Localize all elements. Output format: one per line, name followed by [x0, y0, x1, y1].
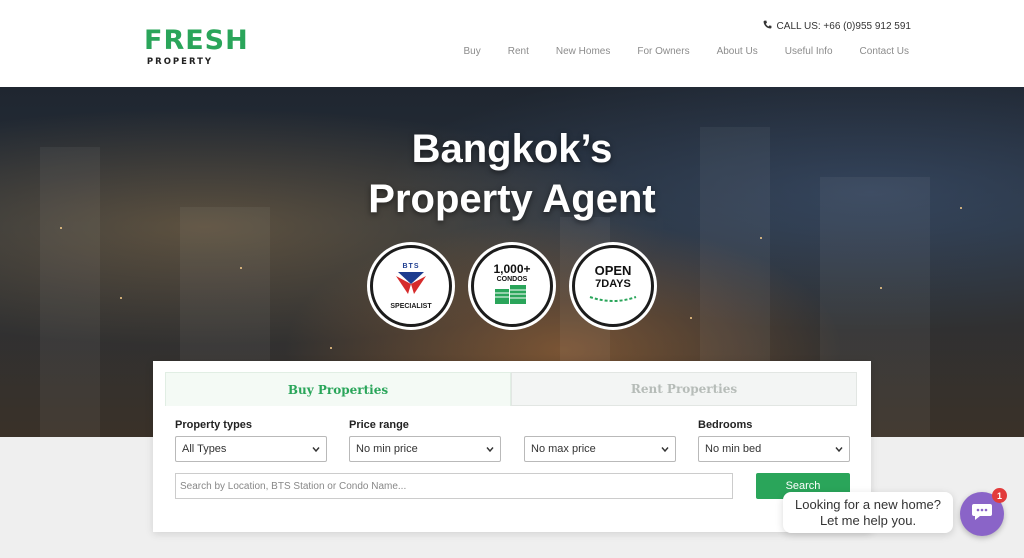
- chevron-down-icon: [835, 447, 843, 453]
- condos-label: CONDOS: [496, 275, 528, 283]
- nav-buy[interactable]: Buy: [464, 46, 481, 57]
- bedrooms-value: No min bed: [705, 443, 762, 455]
- bts-specialist-badge: BTS SPECIALIST: [370, 245, 452, 327]
- nav-contact-us[interactable]: Contact Us: [860, 46, 909, 57]
- chevron-down-icon: [661, 447, 669, 453]
- logo-subtitle: PROPERTY: [146, 57, 214, 67]
- max-price-value: No max price: [531, 443, 596, 455]
- property-search-card: Buy Properties Rent Properties Property …: [153, 361, 871, 532]
- max-price-select[interactable]: No max price: [524, 436, 676, 462]
- chevron-down-icon: [312, 447, 320, 453]
- min-price-value: No min price: [356, 443, 418, 455]
- logo-wordmark: FRESH: [144, 25, 249, 56]
- city-light: [60, 227, 62, 229]
- price-range-label: Price range: [349, 419, 409, 431]
- bedrooms-label: Bedrooms: [698, 419, 753, 431]
- chevron-down-icon: [486, 447, 494, 453]
- chat-prompt-line-2: Let me help you.: [819, 513, 917, 528]
- location-search-input[interactable]: Search by Location, BTS Station or Condo…: [175, 473, 733, 499]
- bts-label: BTS: [402, 262, 420, 270]
- fresh-property-logo[interactable]: FRESH PROPERTY: [144, 25, 249, 68]
- property-types-value: All Types: [182, 443, 227, 455]
- city-light: [330, 347, 332, 349]
- phone-icon: [763, 20, 772, 32]
- bts-specialist-label: SPECIALIST: [390, 302, 432, 310]
- chat-prompt-line-1: Looking for a new home?: [795, 497, 941, 512]
- chat-prompt-bubble[interactable]: Looking for a new home? Let me help you.: [783, 492, 953, 533]
- nav-about-us[interactable]: About Us: [717, 46, 758, 57]
- city-light: [120, 297, 122, 299]
- chat-icon: [971, 502, 993, 527]
- nav-new-homes[interactable]: New Homes: [556, 46, 610, 57]
- city-light: [880, 287, 882, 289]
- tab-rent-properties[interactable]: Rent Properties: [511, 372, 857, 406]
- bedrooms-select[interactable]: No min bed: [698, 436, 850, 462]
- nav-rent[interactable]: Rent: [508, 46, 529, 57]
- condos-count: 1,000+: [493, 261, 531, 276]
- open-label: OPEN: [594, 263, 632, 278]
- city-light: [760, 237, 762, 239]
- property-types-select[interactable]: All Types: [175, 436, 327, 462]
- call-us-text: CALL US: +66 (0)955 912 591: [776, 20, 911, 32]
- property-types-label: Property types: [175, 419, 253, 431]
- open-7-days-badge: OPEN 7DAYS: [572, 245, 654, 327]
- min-price-select[interactable]: No min price: [349, 436, 501, 462]
- nav-for-owners[interactable]: For Owners: [637, 46, 689, 57]
- hero-title-line-2: Property Agent: [368, 177, 656, 221]
- nav-useful-info[interactable]: Useful Info: [785, 46, 833, 57]
- hero-title-line-1: Bangkok’s: [411, 127, 613, 171]
- bts-logo-icon: [394, 270, 428, 301]
- main-nav: Buy Rent New Homes For Owners About Us U…: [464, 46, 909, 57]
- city-light: [690, 317, 692, 319]
- city-light: [240, 267, 242, 269]
- call-us[interactable]: CALL US: +66 (0)955 912 591: [763, 20, 911, 32]
- condo-building-icon: [492, 283, 532, 310]
- site-header: FRESH PROPERTY CALL US: +66 (0)955 912 5…: [0, 0, 1024, 87]
- 7days-label: 7DAYS: [595, 278, 631, 290]
- tab-buy-properties[interactable]: Buy Properties: [165, 372, 511, 406]
- condos-badge: 1,000+ CONDOS: [471, 245, 553, 327]
- chat-notification-badge: 1: [992, 488, 1007, 503]
- clock-ring-icon: [588, 290, 638, 308]
